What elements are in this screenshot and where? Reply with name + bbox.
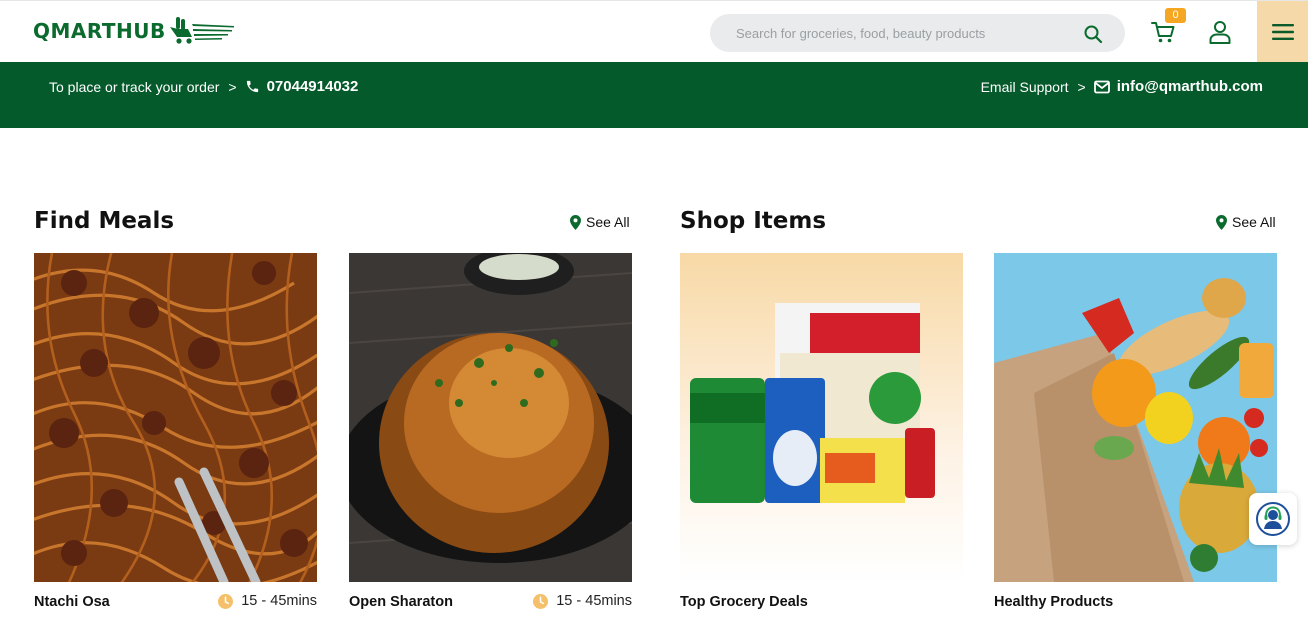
roast-chicken-photo[interactable] xyxy=(349,253,632,582)
contact-bar: To place or track your order > 070449140… xyxy=(0,62,1308,128)
customer-support-icon xyxy=(1256,502,1290,536)
shop-card[interactable]: Top Grocery Deals xyxy=(680,253,963,610)
logo-text: QMARTHUB xyxy=(33,19,166,43)
search-icon[interactable] xyxy=(1083,24,1103,44)
shop-card[interactable]: Healthy Products xyxy=(994,253,1277,610)
delivery-time-text: 15 - 45mins xyxy=(556,593,632,609)
fresh-vegetables-bag-photo[interactable] xyxy=(994,253,1277,582)
cart-count-badge: 0 xyxy=(1165,8,1186,23)
phone-icon xyxy=(246,80,258,93)
search-input[interactable] xyxy=(736,23,1066,43)
logo-cart-mark-icon xyxy=(169,17,234,44)
delivery-time: 15 - 45mins xyxy=(218,593,317,609)
shop-category-name[interactable]: Healthy Products xyxy=(994,594,1113,610)
order-contact: To place or track your order > 070449140… xyxy=(49,78,358,95)
shop-category-name[interactable]: Top Grocery Deals xyxy=(680,594,808,610)
see-all-label: See All xyxy=(1232,214,1276,230)
order-label: To place or track your order xyxy=(49,78,220,95)
grocery-products-photo[interactable] xyxy=(680,253,963,582)
meal-card[interactable]: Ntachi Osa 15 - 45mins xyxy=(34,253,317,610)
location-pin-icon xyxy=(570,214,581,230)
chevron-text: > xyxy=(1077,78,1086,95)
meal-name[interactable]: Ntachi Osa xyxy=(34,594,110,610)
hamburger-menu-icon xyxy=(1271,24,1294,40)
customer-support-button[interactable] xyxy=(1249,493,1297,545)
spaghetti-bolognese-photo[interactable] xyxy=(34,253,317,582)
user-icon[interactable] xyxy=(1207,19,1233,45)
search-bar xyxy=(710,14,1125,52)
top-header: QMARTHUB 0 xyxy=(0,0,1308,63)
chevron-text: > xyxy=(228,78,237,95)
email-link[interactable]: info@qmarthub.com xyxy=(1117,78,1263,95)
meal-name[interactable]: Open Sharaton xyxy=(349,594,453,610)
delivery-time-text: 15 - 45mins xyxy=(241,593,317,609)
email-contact: Email Support > info@qmarthub.com xyxy=(981,78,1263,95)
qmarthub-logo[interactable]: QMARTHUB xyxy=(33,15,234,47)
phone-number-link[interactable]: 07044914032 xyxy=(267,78,359,95)
meals-see-all-link[interactable]: See All xyxy=(570,214,630,230)
shop-see-all-link[interactable]: See All xyxy=(1216,214,1276,230)
shop-items-title: Shop Items xyxy=(680,208,827,234)
delivery-time: 15 - 45mins xyxy=(533,593,632,609)
menu-button[interactable] xyxy=(1257,1,1308,63)
clock-icon xyxy=(533,593,549,609)
location-pin-icon xyxy=(1216,214,1227,230)
clock-icon xyxy=(218,593,234,609)
meal-card[interactable]: Open Sharaton 15 - 45mins xyxy=(349,253,632,610)
envelope-icon xyxy=(1093,80,1110,93)
see-all-label: See All xyxy=(586,214,630,230)
email-support-label: Email Support xyxy=(980,78,1069,95)
find-meals-title: Find Meals xyxy=(34,208,175,234)
